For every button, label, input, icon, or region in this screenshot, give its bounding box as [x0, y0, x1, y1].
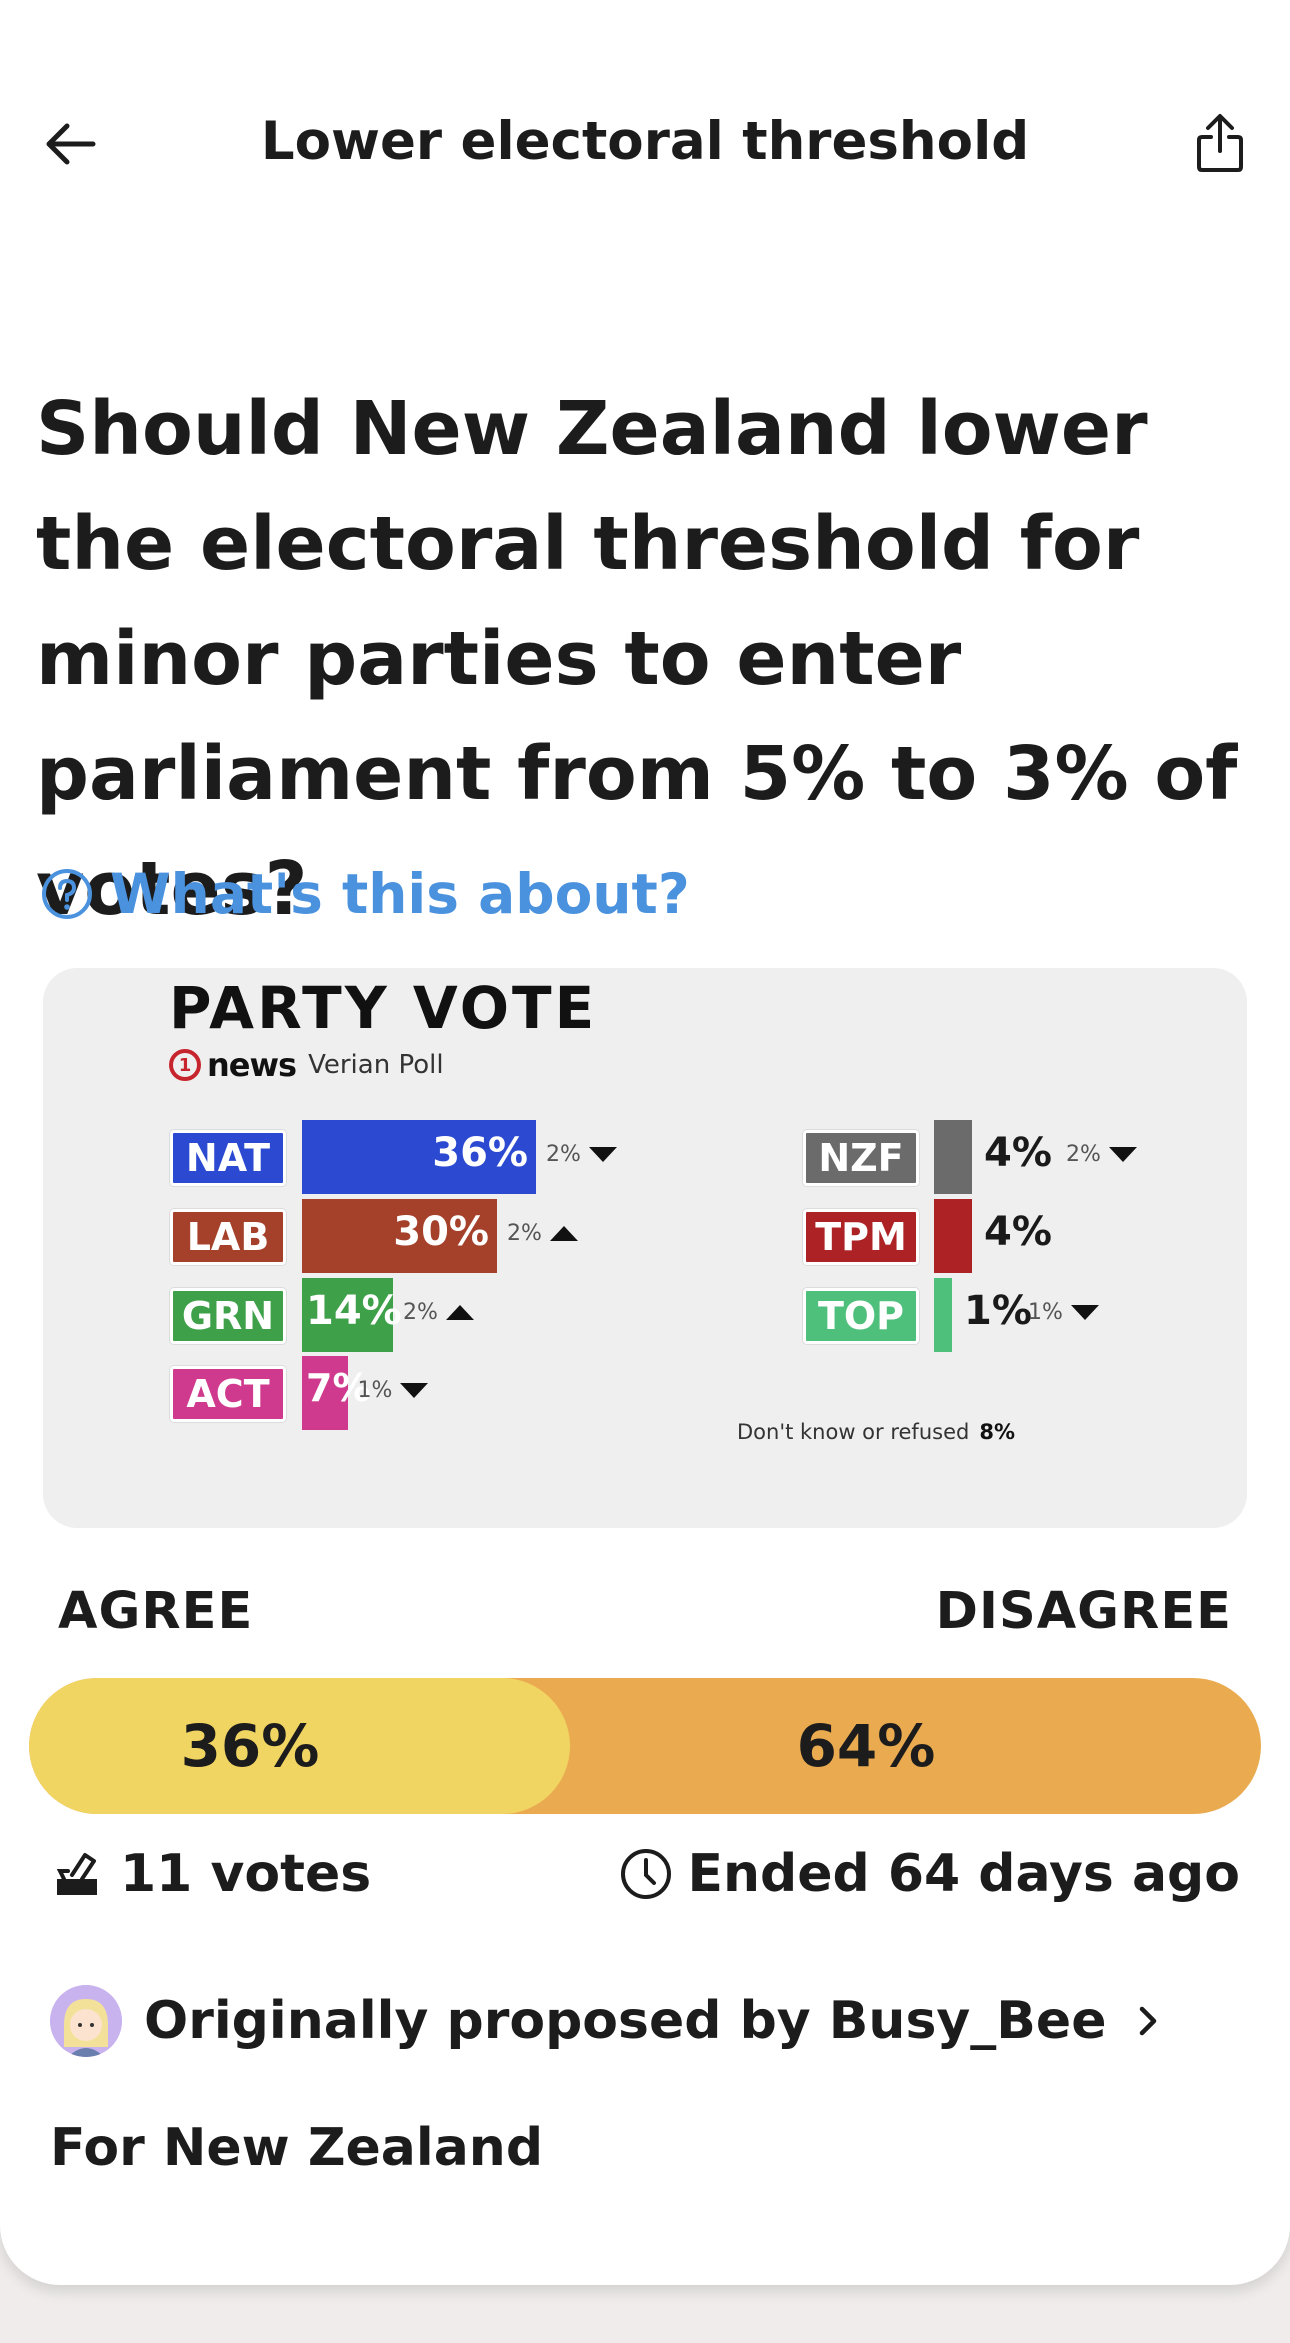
region-label: For New Zealand — [50, 2118, 544, 2178]
result-bar: 36% 64% — [29, 1678, 1261, 1814]
triangle-down-icon — [588, 1147, 617, 1162]
bar-value-act: 7% — [306, 1366, 371, 1410]
share-button[interactable] — [1188, 108, 1252, 178]
ballot-box-icon — [56, 1853, 97, 1895]
party-tag-grn: GRN — [170, 1288, 286, 1344]
change-value: 2% — [507, 1221, 542, 1246]
disagree-label: DISAGREE — [935, 1582, 1232, 1641]
triangle-up-icon — [549, 1226, 578, 1241]
change-value: 2% — [1066, 1142, 1101, 1167]
bar-change-top: 1% — [1028, 1300, 1099, 1325]
bar-change-lab: 2% — [507, 1221, 578, 1246]
bar-value-nzf: 4% — [984, 1130, 1052, 1176]
chevron-right-icon — [1140, 2006, 1157, 2036]
triangle-down-icon — [1070, 1305, 1099, 1320]
bar-tpm — [934, 1199, 972, 1273]
bar-value-lab: 30% — [393, 1209, 489, 1255]
vote-count: 11 votes — [52, 1842, 371, 1906]
back-button[interactable] — [38, 112, 102, 176]
whats-this-about-link[interactable]: What's this about? — [40, 862, 690, 926]
share-icon — [1197, 114, 1243, 172]
bar-value-nat: 36% — [432, 1130, 528, 1176]
top-navigation-bar: Lower electoral threshold — [0, 95, 1290, 189]
arrow-left-icon — [46, 123, 96, 165]
party-tag-nzf: NZF — [803, 1130, 919, 1186]
bar-change-nzf: 2% — [1066, 1142, 1137, 1167]
bar-nzf — [934, 1120, 972, 1194]
party-tag-nat: NAT — [170, 1130, 286, 1186]
page-title: Lower electoral threshold — [260, 111, 1030, 172]
vote-count-text: 11 votes — [120, 1844, 372, 1904]
party-vote-poll-image[interactable]: PARTY VOTE 1 news Verian Poll NAT 36% 2% LA… — [43, 968, 1247, 1528]
change-value: 2% — [546, 1142, 581, 1167]
party-tag-top: TOP — [803, 1288, 919, 1344]
bar-value-top: 1% — [964, 1288, 1032, 1334]
party-tag-lab: LAB — [170, 1209, 286, 1265]
triangle-down-icon — [400, 1383, 429, 1398]
dont-know-value: 8% — [979, 1420, 1015, 1444]
chart-title: PARTY VOTE — [169, 974, 598, 1042]
clock-icon — [621, 1849, 672, 1899]
poll-detail-sheet: Lower electoral threshold Should New Zea… — [0, 0, 1290, 2285]
proposer-link[interactable]: Originally proposed by Busy_Bee — [50, 1984, 1168, 2058]
avatar-icon — [50, 1985, 122, 2057]
agree-percent: 36% — [180, 1712, 320, 1780]
poll-question: Should New Zealand lower the electoral t… — [36, 386, 1238, 932]
ended-text: Ended 64 days ago — [687, 1844, 1240, 1904]
bar-change-grn: 2% — [403, 1300, 474, 1325]
poll-status: Ended 64 days ago — [619, 1842, 1240, 1906]
whats-this-about-label: What's this about? — [110, 862, 690, 926]
bar-value-tpm: 4% — [984, 1209, 1052, 1255]
bar-change-act: 1% — [358, 1378, 429, 1403]
question-circle-icon — [42, 869, 92, 919]
change-value: 2% — [403, 1300, 438, 1325]
agree-label: AGREE — [58, 1582, 254, 1641]
triangle-up-icon — [445, 1305, 474, 1320]
dont-know-label: Don't know or refused — [737, 1420, 970, 1444]
bar-top — [934, 1278, 952, 1352]
poll-name: Verian Poll — [308, 1050, 444, 1080]
party-tag-act: ACT — [170, 1366, 286, 1422]
poll-source: 1 news Verian Poll — [169, 1046, 444, 1084]
news-logo-icon: 1 — [169, 1049, 201, 1081]
party-tag-tpm: TPM — [803, 1209, 919, 1265]
triangle-down-icon — [1108, 1147, 1137, 1162]
change-value: 1% — [357, 1378, 393, 1403]
bar-change-nat: 2% — [546, 1142, 617, 1167]
news-brand: news — [207, 1046, 297, 1084]
change-value: 1% — [1028, 1300, 1063, 1325]
disagree-percent: 64% — [796, 1712, 936, 1780]
dont-know-note: Don't know or refused 8% — [737, 1420, 1015, 1444]
bar-value-grn: 14% — [306, 1288, 402, 1334]
proposer-text: Originally proposed by Busy_Bee — [144, 1991, 1107, 2051]
